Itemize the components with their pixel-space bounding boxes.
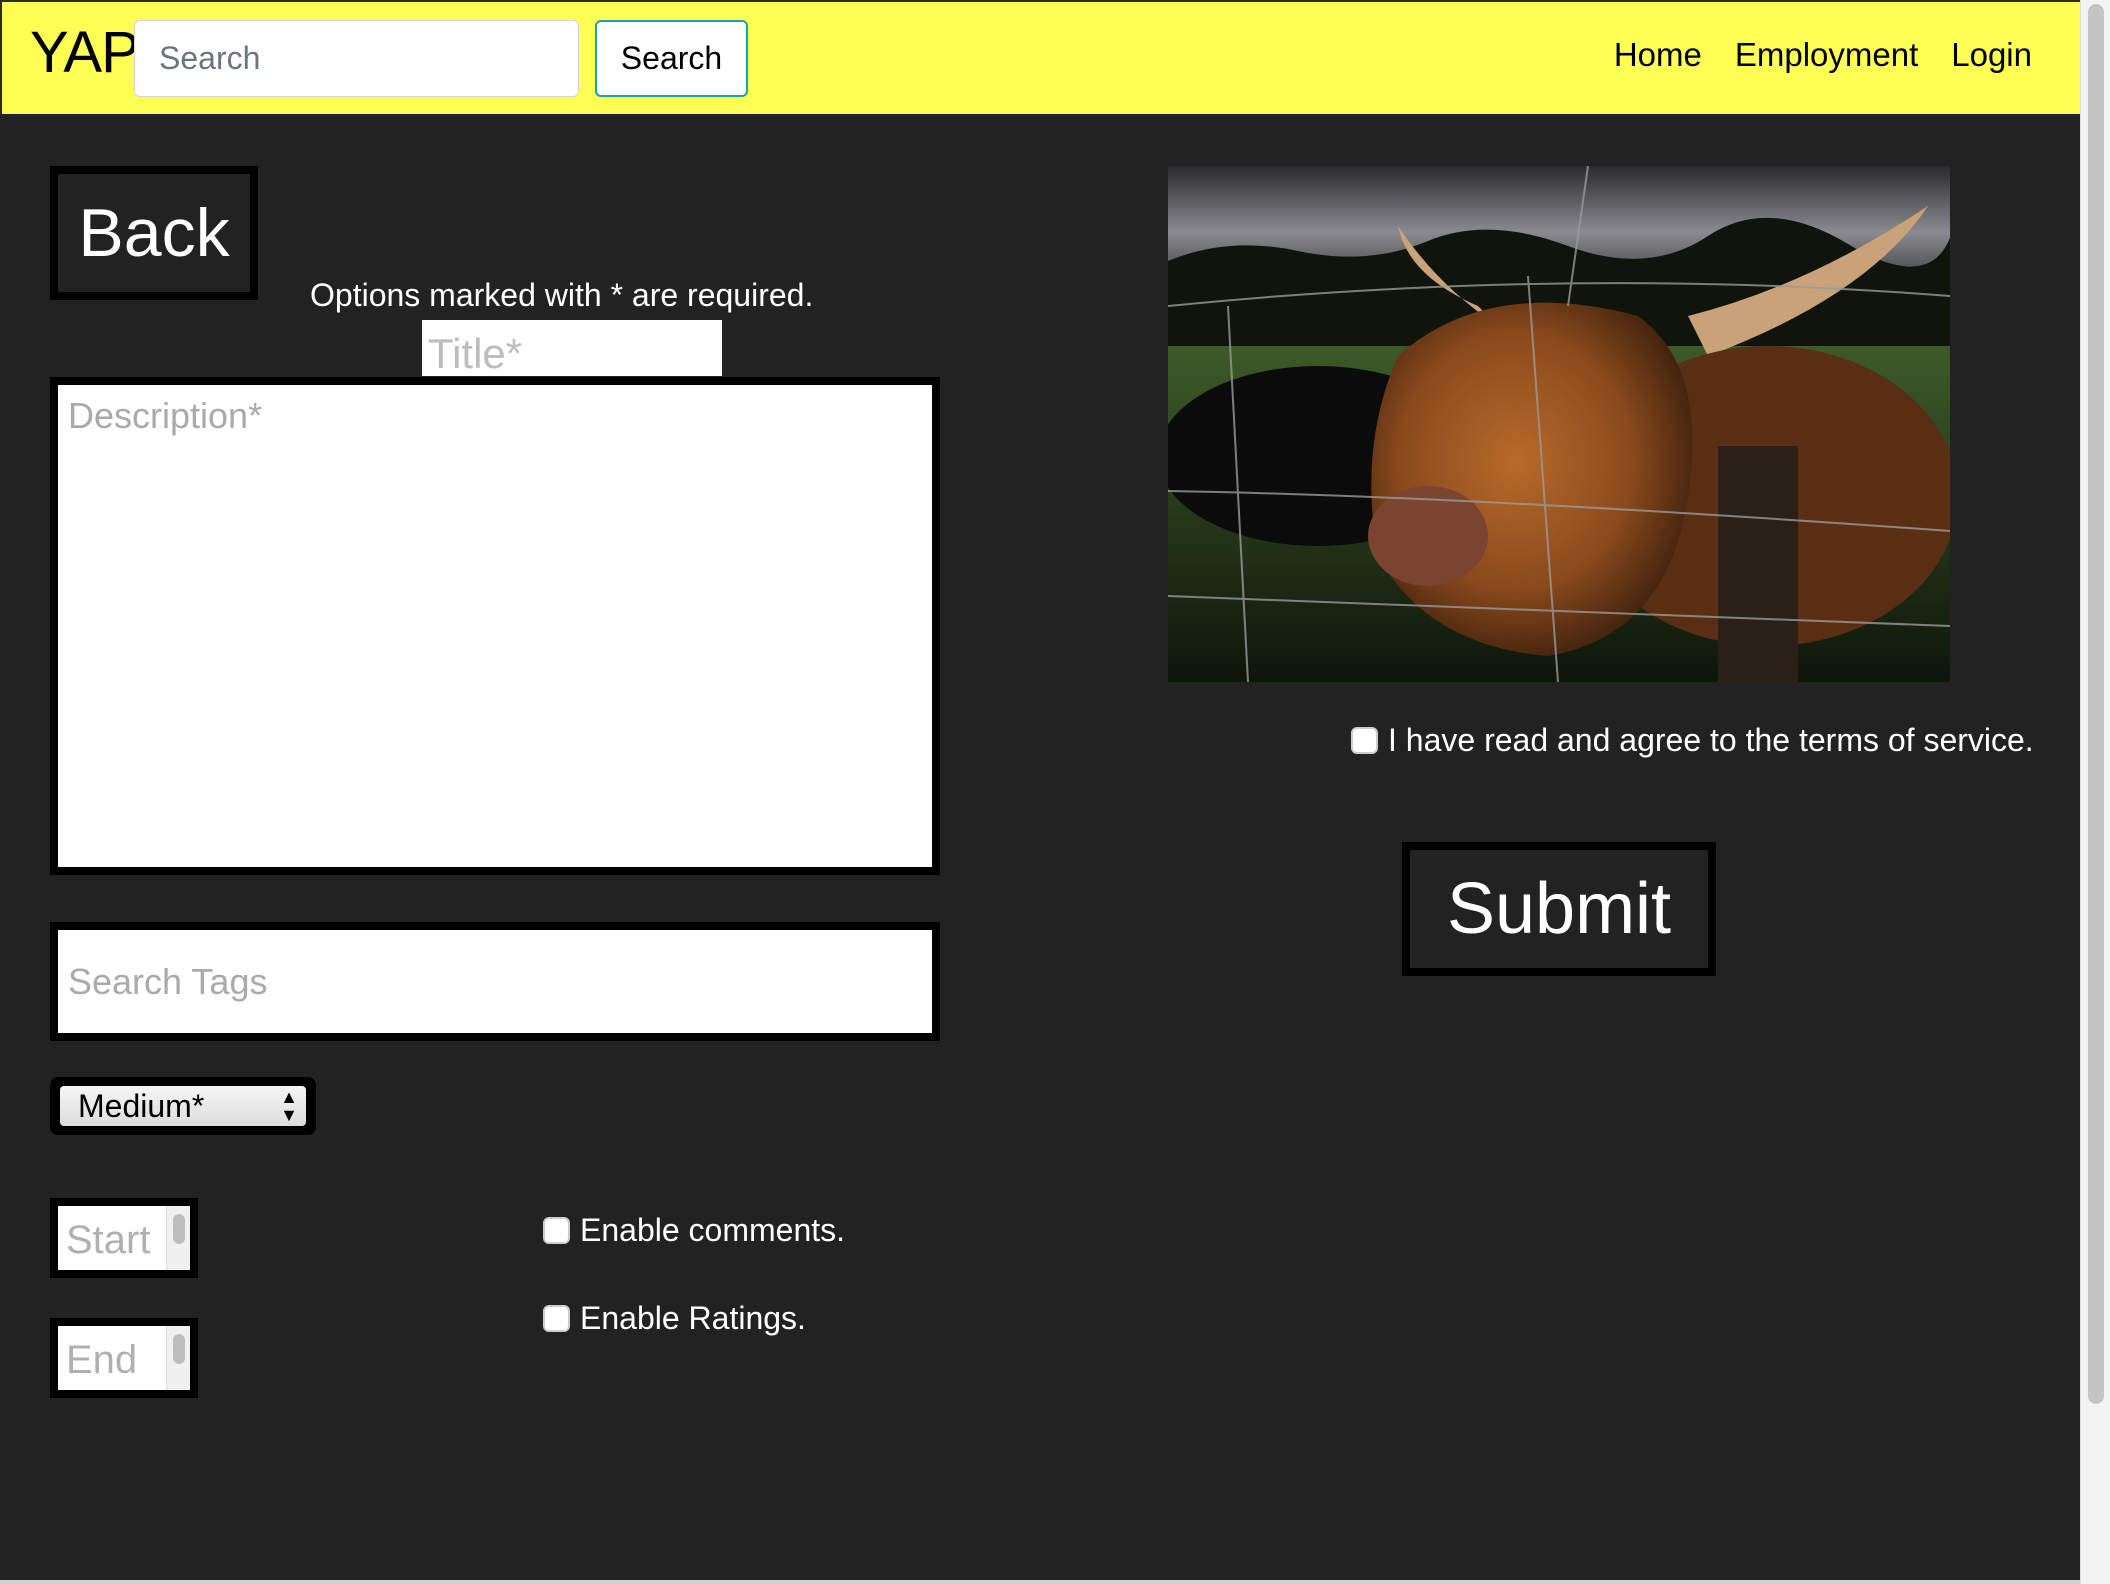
search-tags-input[interactable] [50,922,940,1041]
enable-ratings-label: Enable Ratings. [580,1300,806,1336]
highland-cow-image [1168,166,1950,682]
back-button[interactable]: Back [50,166,258,300]
nav-link-home[interactable]: Home [1614,36,1702,74]
enable-comments-label: Enable comments. [580,1212,846,1248]
submit-button[interactable]: Submit [1402,842,1716,976]
medium-select[interactable]: Medium* ▲ ▼ [50,1077,316,1135]
vertical-scrollbar[interactable] [2080,0,2110,1584]
select-arrows-icon: ▲ ▼ [280,1087,298,1125]
navbar: YAP Search Home Employment Login [0,0,2080,114]
enable-ratings-checkbox[interactable] [543,1305,570,1332]
required-note: Options marked with * are required. [310,277,814,313]
terms-label: I have read and agree to the terms of se… [1388,722,2034,758]
bottom-edge [0,1580,2080,1584]
terms-row: I have read and agree to the terms of se… [1351,722,2034,759]
medium-select-value: Medium* [78,1088,205,1124]
brand-logo[interactable]: YAP [30,18,140,88]
enable-comments-row: Enable comments. [543,1212,845,1249]
description-textarea[interactable] [50,377,940,875]
end-placeholder: End [66,1338,138,1382]
enable-ratings-row: Enable Ratings. [543,1300,806,1337]
start-time-input[interactable]: Start [50,1198,198,1278]
start-placeholder: Start [66,1218,151,1262]
title-input[interactable] [422,320,722,376]
terms-checkbox[interactable] [1351,727,1378,754]
nav-link-login[interactable]: Login [1951,36,2032,74]
medium-select-value-box: Medium* ▲ ▼ [60,1086,306,1126]
search-button[interactable]: Search [595,20,748,97]
search-input[interactable] [134,20,579,97]
enable-comments-checkbox[interactable] [543,1217,570,1244]
end-scroll-stepper[interactable] [166,1326,190,1390]
nav-link-employment[interactable]: Employment [1735,36,1918,74]
start-scroll-stepper[interactable] [166,1206,190,1270]
end-time-input[interactable]: End [50,1318,198,1398]
nav-links: Home Employment Login [1614,36,2032,74]
scrollbar-thumb[interactable] [2088,4,2104,1404]
